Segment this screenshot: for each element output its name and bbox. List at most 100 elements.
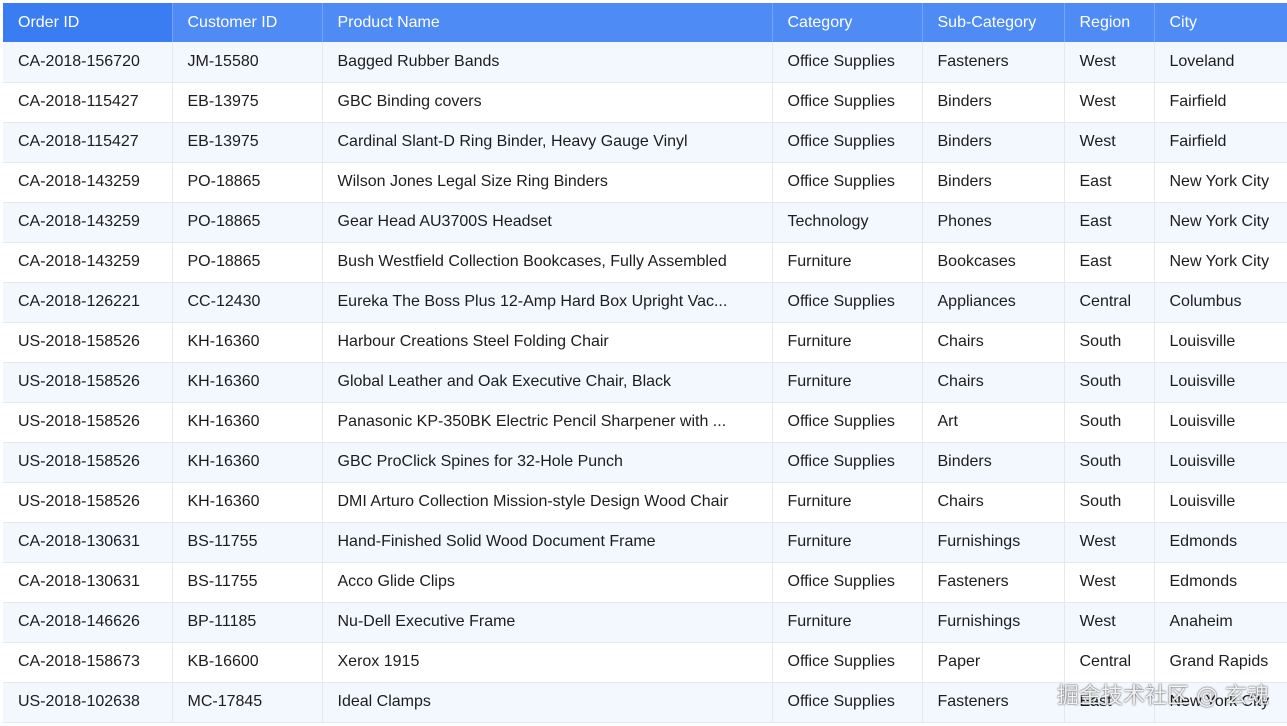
cell-customer-id[interactable]: CC-12430 xyxy=(172,282,323,323)
cell-sub-category[interactable]: Furnishings xyxy=(922,602,1065,643)
cell-sub-category[interactable]: Binders xyxy=(922,82,1065,123)
cell-order-id[interactable]: CA-2018-146626 xyxy=(3,602,173,643)
cell-order-id[interactable]: US-2018-158526 xyxy=(3,362,173,403)
cell-order-id[interactable]: CA-2018-126221 xyxy=(3,282,173,323)
cell-customer-id[interactable]: PO-18865 xyxy=(172,202,323,243)
cell-product-name[interactable]: Bagged Rubber Bands xyxy=(322,42,773,83)
table-row[interactable]: CA-2018-143259 PO-18865 Gear Head AU3700S … xyxy=(3,202,1287,243)
cell-sub-category[interactable]: Fasteners xyxy=(922,42,1065,83)
cell-product-name[interactable]: Cardinal Slant-D Ring Binder, Heavy Gaug… xyxy=(322,122,773,163)
cell-product-name[interactable]: GBC ProClick Spines for 32-Hole Punch xyxy=(322,442,773,483)
cell-category[interactable]: Office Supplies xyxy=(772,682,923,723)
cell-customer-id[interactable]: KH-16360 xyxy=(172,322,323,363)
column-header-product-name[interactable]: Product Name xyxy=(322,3,773,42)
cell-city[interactable]: Loveland xyxy=(1154,42,1287,83)
cell-region[interactable]: East xyxy=(1064,162,1155,203)
cell-region[interactable]: South xyxy=(1064,322,1155,363)
cell-sub-category[interactable]: Binders xyxy=(922,122,1065,163)
cell-category[interactable]: Office Supplies xyxy=(772,282,923,323)
column-header-region[interactable]: Region xyxy=(1064,3,1155,42)
cell-category[interactable]: Furniture xyxy=(772,362,923,403)
cell-sub-category[interactable]: Paper xyxy=(922,642,1065,683)
cell-category[interactable]: Furniture xyxy=(772,322,923,363)
cell-customer-id[interactable]: EB-13975 xyxy=(172,82,323,123)
cell-category[interactable]: Office Supplies xyxy=(772,402,923,443)
cell-city[interactable]: Louisville xyxy=(1154,322,1287,363)
cell-category[interactable]: Technology xyxy=(772,202,923,243)
cell-order-id[interactable]: US-2018-158526 xyxy=(3,322,173,363)
cell-customer-id[interactable]: KB-16600 xyxy=(172,642,323,683)
cell-category[interactable]: Furniture xyxy=(772,242,923,283)
column-header-city[interactable]: City xyxy=(1154,3,1287,42)
cell-order-id[interactable]: CA-2018-130631 xyxy=(3,522,173,563)
cell-order-id[interactable]: CA-2018-143259 xyxy=(3,242,173,283)
cell-sub-category[interactable]: Appliances xyxy=(922,282,1065,323)
cell-region[interactable]: South xyxy=(1064,362,1155,403)
cell-city[interactable]: New York City xyxy=(1154,682,1287,723)
table-row[interactable]: CA-2018-130631 BS-11755 Acco Glide Clips Of… xyxy=(3,562,1287,603)
cell-city[interactable]: Louisville xyxy=(1154,402,1287,443)
cell-customer-id[interactable]: KH-16360 xyxy=(172,482,323,523)
table-row[interactable]: CA-2018-143259 PO-18865 Bush Westfield Col… xyxy=(3,242,1287,283)
cell-sub-category[interactable]: Binders xyxy=(922,162,1065,203)
cell-customer-id[interactable]: JM-15580 xyxy=(172,42,323,83)
cell-category[interactable]: Office Supplies xyxy=(772,122,923,163)
cell-category[interactable]: Office Supplies xyxy=(772,162,923,203)
cell-customer-id[interactable]: EB-13975 xyxy=(172,122,323,163)
table-row[interactable]: CA-2018-158673 KB-16600 Xerox 1915 Office S… xyxy=(3,642,1287,683)
cell-city[interactable]: Edmonds xyxy=(1154,522,1287,563)
cell-region[interactable]: West xyxy=(1064,522,1155,563)
cell-product-name[interactable]: Panasonic KP-350BK Electric Pencil Sharp… xyxy=(322,402,773,443)
cell-sub-category[interactable]: Fasteners xyxy=(922,562,1065,603)
cell-city[interactable]: Louisville xyxy=(1154,482,1287,523)
cell-order-id[interactable]: US-2018-158526 xyxy=(3,442,173,483)
table-row[interactable]: US-2018-158526 KH-16360 Panasonic KP-350BK… xyxy=(3,402,1287,443)
cell-sub-category[interactable]: Bookcases xyxy=(922,242,1065,283)
cell-sub-category[interactable]: Chairs xyxy=(922,322,1065,363)
cell-order-id[interactable]: CA-2018-115427 xyxy=(3,82,173,123)
cell-city[interactable]: Anaheim xyxy=(1154,602,1287,643)
cell-sub-category[interactable]: Furnishings xyxy=(922,522,1065,563)
cell-city[interactable]: Columbus xyxy=(1154,282,1287,323)
cell-city[interactable]: Louisville xyxy=(1154,442,1287,483)
column-header-category[interactable]: Category xyxy=(772,3,923,42)
table-row[interactable]: CA-2018-156720 JM-15580 Bagged Rubber Band… xyxy=(3,42,1287,83)
cell-product-name[interactable]: Xerox 1915 xyxy=(322,642,773,683)
table-row[interactable]: CA-2018-143259 PO-18865 Wilson Jones Legal… xyxy=(3,162,1287,203)
cell-order-id[interactable]: CA-2018-115427 xyxy=(3,122,173,163)
cell-customer-id[interactable]: PO-18865 xyxy=(172,242,323,283)
cell-category[interactable]: Furniture xyxy=(772,522,923,563)
cell-category[interactable]: Office Supplies xyxy=(772,562,923,603)
cell-product-name[interactable]: DMI Arturo Collection Mission-style Desi… xyxy=(322,482,773,523)
cell-city[interactable]: New York City xyxy=(1154,202,1287,243)
cell-region[interactable]: East xyxy=(1064,682,1155,723)
cell-customer-id[interactable]: BS-11755 xyxy=(172,562,323,603)
cell-customer-id[interactable]: MC-17845 xyxy=(172,682,323,723)
cell-customer-id[interactable]: BP-11185 xyxy=(172,602,323,643)
cell-product-name[interactable]: Acco Glide Clips xyxy=(322,562,773,603)
cell-city[interactable]: Grand Rapids xyxy=(1154,642,1287,683)
cell-product-name[interactable]: Wilson Jones Legal Size Ring Binders xyxy=(322,162,773,203)
table-row[interactable]: US-2018-102638 MC-17845 Ideal Clamps Office… xyxy=(3,682,1287,723)
cell-region[interactable]: East xyxy=(1064,242,1155,283)
cell-order-id[interactable]: CA-2018-156720 xyxy=(3,42,173,83)
cell-category[interactable]: Office Supplies xyxy=(772,442,923,483)
cell-order-id[interactable]: CA-2018-130631 xyxy=(3,562,173,603)
cell-city[interactable]: New York City xyxy=(1154,242,1287,283)
cell-region[interactable]: South xyxy=(1064,442,1155,483)
cell-order-id[interactable]: US-2018-102638 xyxy=(3,682,173,723)
cell-product-name[interactable]: Gear Head AU3700S Headset xyxy=(322,202,773,243)
table-row[interactable]: US-2018-158526 KH-16360 GBC ProClick Spine… xyxy=(3,442,1287,483)
cell-city[interactable]: Fairfield xyxy=(1154,122,1287,163)
cell-city[interactable]: Louisville xyxy=(1154,362,1287,403)
cell-region[interactable]: West xyxy=(1064,42,1155,83)
cell-region[interactable]: West xyxy=(1064,82,1155,123)
cell-category[interactable]: Furniture xyxy=(772,482,923,523)
table-row[interactable]: CA-2018-146626 BP-11185 Nu-Dell Executive … xyxy=(3,602,1287,643)
cell-order-id[interactable]: US-2018-158526 xyxy=(3,482,173,523)
cell-product-name[interactable]: Global Leather and Oak Executive Chair, … xyxy=(322,362,773,403)
table-row[interactable]: CA-2018-130631 BS-11755 Hand-Finished Soli… xyxy=(3,522,1287,563)
cell-product-name[interactable]: Harbour Creations Steel Folding Chair xyxy=(322,322,773,363)
cell-region[interactable]: Central xyxy=(1064,642,1155,683)
table-row[interactable]: CA-2018-126221 CC-12430 Eureka The Boss Pl… xyxy=(3,282,1287,323)
